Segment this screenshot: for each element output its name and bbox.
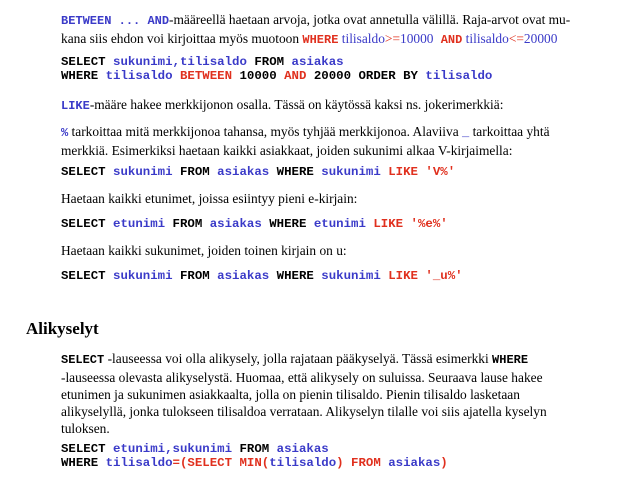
code-pattern: '_u%' <box>417 269 463 283</box>
keyword-like: LIKE <box>61 99 90 113</box>
like-text: -määre hakee merkkijonon osalla. Tässä o… <box>89 97 504 112</box>
code-where: WHERE <box>61 69 99 83</box>
code-where: WHERE <box>61 456 99 470</box>
code-from: FROM <box>246 55 285 69</box>
code-paren-close: ) <box>336 456 344 470</box>
code-col: tilisaldo <box>98 69 173 83</box>
keyword-select: SELECT <box>61 353 105 367</box>
subquery-line-5: tuloksen. <box>61 421 110 436</box>
subquery-paragraph: SELECT -lauseessa voi olla alikysely, jo… <box>61 350 601 437</box>
code-order-col: tilisaldo <box>417 69 493 83</box>
code-block-like-v: SELECT sukunimi FROM asiakas WHERE sukun… <box>61 165 621 179</box>
wildcard-text-2: tarkoittaa yhtä <box>469 124 550 139</box>
code-from: FROM <box>165 217 203 231</box>
code-pattern: 'V%' <box>417 165 456 179</box>
code-select: SELECT <box>61 165 106 179</box>
etunimi-text: Haetaan kaikki etunimet, joissa esiintyy… <box>61 191 358 206</box>
code-and: AND <box>276 69 307 83</box>
code-block-like-e: SELECT etunimi FROM asiakas WHERE etunim… <box>61 217 621 231</box>
etunimi-paragraph: Haetaan kaikki etunimet, joissa esiintyy… <box>61 190 601 207</box>
code-col: tilisaldo <box>98 456 173 470</box>
wildcard-line-2: merkkiä. Esimerkiksi haetaan kaikki asia… <box>61 143 513 158</box>
code-block-subquery: SELECT etunimi,sukunimi FROM asiakas WHE… <box>61 442 621 470</box>
inline-tilisaldo-2: tilisaldo <box>462 31 509 46</box>
code-select: SELECT <box>61 55 106 69</box>
subquery-line-3: etunimen ja sukunimen asiakkaalta, jolla… <box>61 387 520 402</box>
code-order-by: ORDER BY <box>351 69 418 83</box>
code-table: asiakas <box>269 442 329 456</box>
between-paragraph: BETWEEN ... AND-määreellä haetaan arvoja… <box>61 11 601 49</box>
inline-20000: 20000 <box>523 31 558 46</box>
code-like: LIKE <box>380 269 418 283</box>
code-select: SELECT <box>61 269 106 283</box>
code-table: asiakas <box>209 269 270 283</box>
document-page: BETWEEN ... AND-määreellä haetaan arvoja… <box>0 0 636 502</box>
code-where-col: sukunimi <box>313 165 381 179</box>
code-where: WHERE <box>269 269 314 283</box>
code-table: asiakas <box>209 165 270 179</box>
keyword-between: BETWEEN <box>61 14 112 28</box>
code-col: etunimi <box>105 217 166 231</box>
code-min-col: tilisaldo <box>269 456 337 470</box>
code-from: FROM <box>172 269 210 283</box>
code-from: FROM <box>232 442 270 456</box>
section-heading: Alikyselyt <box>26 319 99 338</box>
between-text-2: kana siis ehdon voi kirjoittaa myös muot… <box>61 31 303 46</box>
wildcard-paragraph: % tarkoittaa mitä merkkijonoa tahansa, m… <box>61 123 601 159</box>
code-table: asiakas <box>284 55 344 69</box>
code-where-col: etunimi <box>306 217 366 231</box>
inline-tilisaldo-1: tilisaldo <box>338 31 385 46</box>
sukunimi-text: Haetaan kaikki sukunimet, joiden toinen … <box>61 243 347 258</box>
code-select: SELECT <box>61 442 106 456</box>
code-where: WHERE <box>261 217 307 231</box>
code-value-2: 20000 <box>306 69 352 83</box>
code-value-1: 10000 <box>232 69 277 83</box>
between-text-1: -määreellä haetaan arvoja, jotka ovat an… <box>169 12 571 27</box>
sukunimi-paragraph: Haetaan kaikki sukunimet, joiden toinen … <box>61 242 601 259</box>
code-paren-end: ) <box>440 456 448 470</box>
code-from: FROM <box>172 165 210 179</box>
code-like: LIKE <box>380 165 418 179</box>
inline-and: AND <box>433 33 463 47</box>
code-between: BETWEEN <box>172 69 233 83</box>
code-col: sukunimi <box>105 165 173 179</box>
keyword-and: AND <box>147 14 170 28</box>
code-cols: sukunimi,tilisaldo <box>105 55 247 69</box>
code-like: LIKE <box>365 217 404 231</box>
code-cols: etunimi,sukunimi <box>105 442 233 456</box>
subquery-text-1: -lauseessa voi olla alikysely, jolla raj… <box>104 351 493 366</box>
code-table: asiakas <box>202 217 262 231</box>
code-block-like-u: SELECT sukunimi FROM asiakas WHERE sukun… <box>61 269 621 283</box>
inline-lte: <= <box>508 31 524 46</box>
inline-10000: 10000 <box>400 31 434 46</box>
keyword-dots: ... <box>111 14 148 28</box>
like-paragraph: LIKE-määre hakee merkkijonon osalla. Täs… <box>61 96 601 115</box>
code-subselect: =(SELECT <box>172 456 233 470</box>
code-block-between: SELECT sukunimi,tilisaldo FROM asiakas W… <box>61 55 621 83</box>
code-where-col: sukunimi <box>313 269 381 283</box>
subquery-line-4: alikyselyllä, jonka tulokseen tilisaldoa… <box>61 404 547 419</box>
code-sub-table: asiakas <box>380 456 441 470</box>
code-col: sukunimi <box>105 269 173 283</box>
subquery-line-2: -lauseessa olevasta alikyselystä. Huomaa… <box>61 370 543 385</box>
wildcard-text-1: tarkoittaa mitä merkkijonoa tahansa, myö… <box>68 124 463 139</box>
code-sub-from: FROM <box>343 456 381 470</box>
code-min: MIN( <box>232 456 270 470</box>
inline-where: WHERE <box>302 33 339 47</box>
code-where: WHERE <box>269 165 314 179</box>
code-select: SELECT <box>61 217 106 231</box>
keyword-where: WHERE <box>492 353 529 367</box>
inline-gte: >= <box>384 31 401 46</box>
code-pattern: '%e%' <box>403 217 448 231</box>
